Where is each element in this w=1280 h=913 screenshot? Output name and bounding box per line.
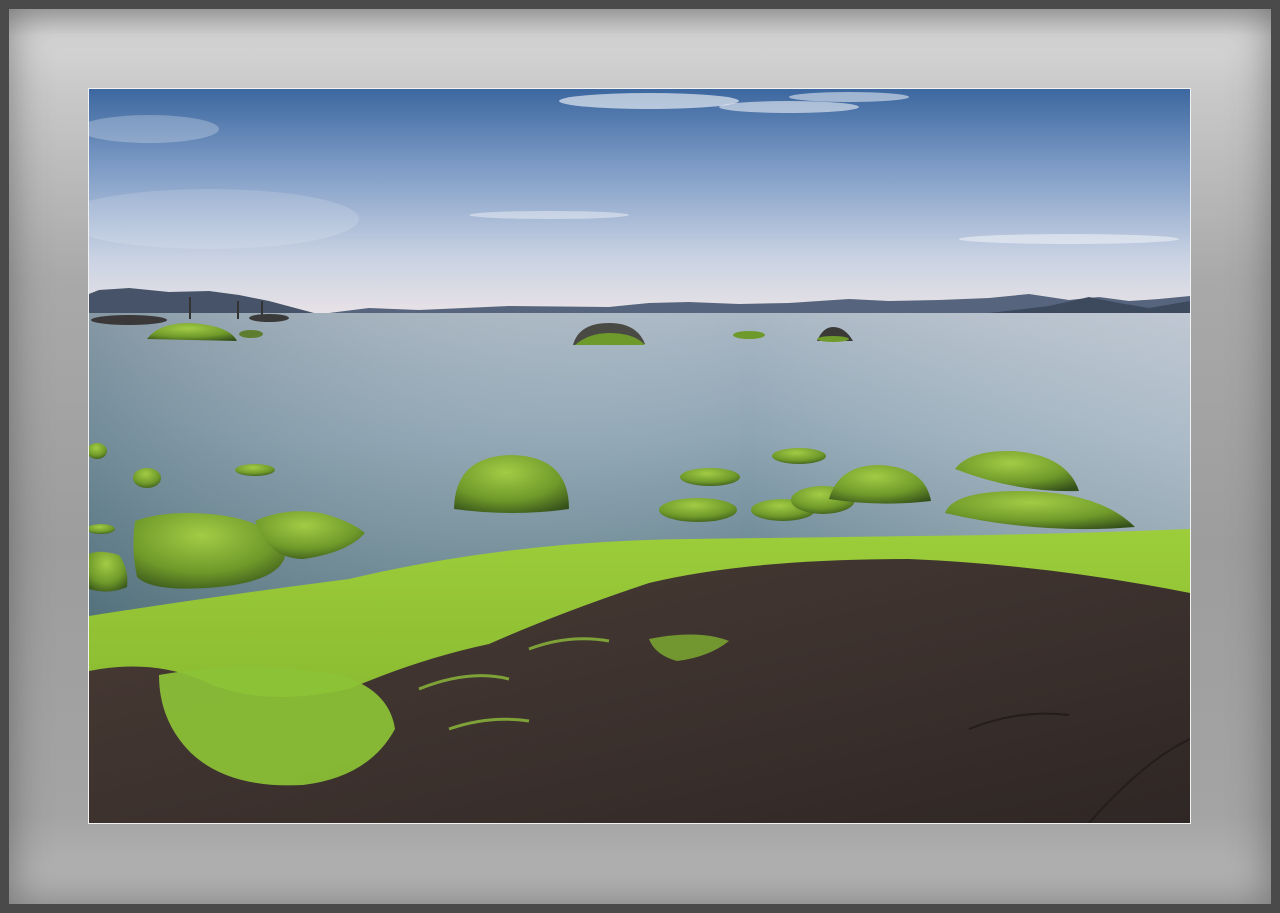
photo-canvas (89, 89, 1190, 823)
landscape-photo (88, 88, 1191, 824)
